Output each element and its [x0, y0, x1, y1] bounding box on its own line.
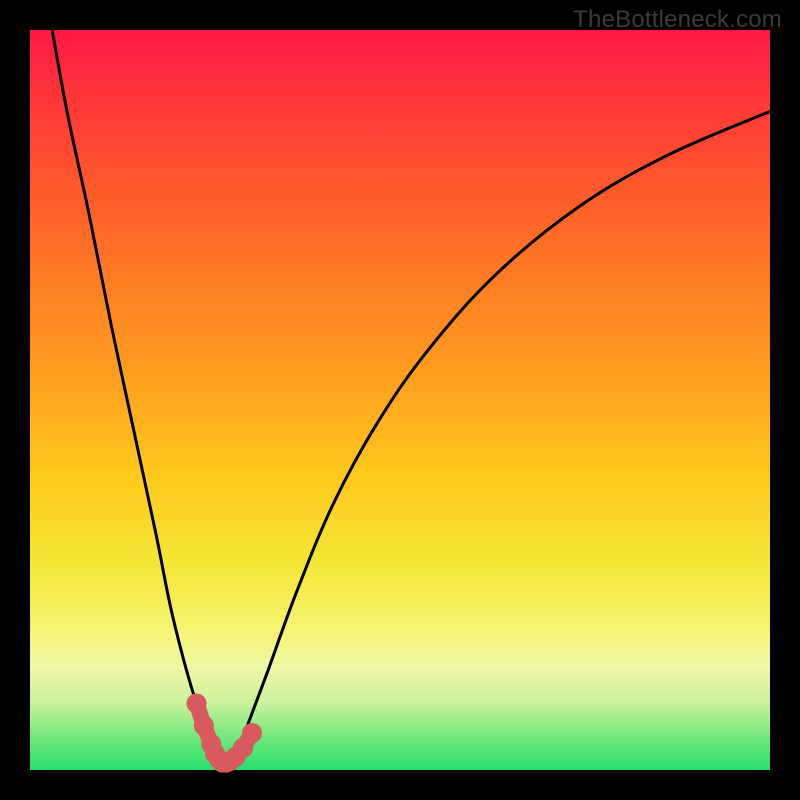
plot-background [30, 30, 770, 770]
marker-dot [194, 716, 214, 736]
marker-dot [242, 723, 262, 743]
marker-dot [187, 693, 207, 713]
bottleneck-chart [0, 0, 800, 800]
watermark-text: TheBottleneck.com [573, 6, 782, 34]
chart-frame: TheBottleneck.com [0, 0, 800, 800]
